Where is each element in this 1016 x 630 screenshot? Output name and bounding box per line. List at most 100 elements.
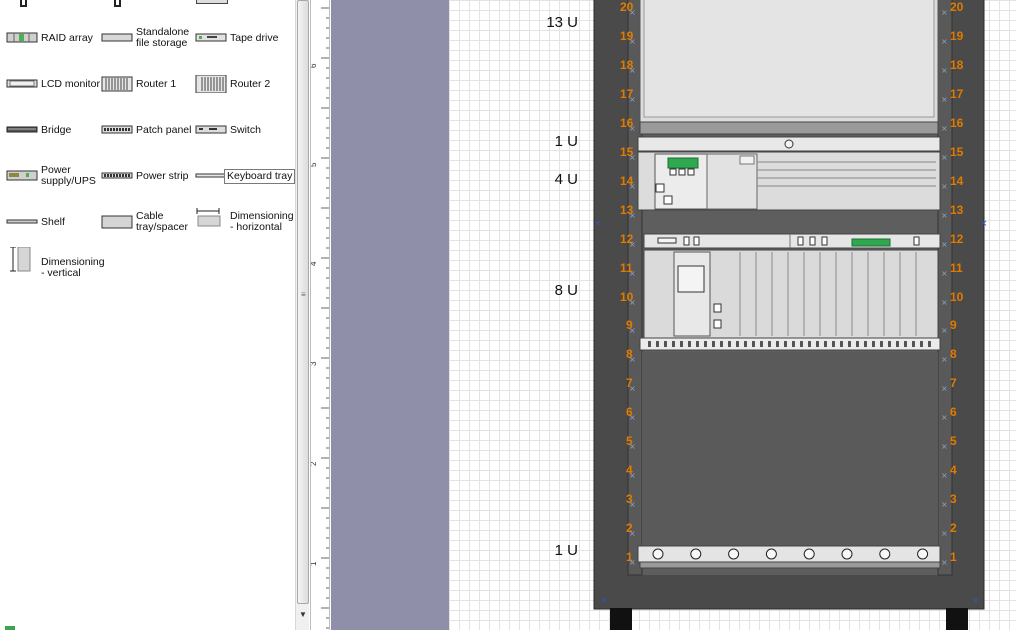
patch-port-icon — [720, 341, 723, 347]
patch-port-icon — [768, 341, 771, 347]
rail-hole-icon: × — [629, 95, 636, 104]
outlet-icon — [690, 548, 702, 560]
stencil-shape-cable-tray[interactable]: Cable tray/spacer — [95, 201, 189, 243]
stencil-shape-lcd-monitor[interactable]: LCD monitor — [0, 63, 100, 105]
outlet-icon — [765, 548, 777, 560]
rail-hole-icon: × — [629, 8, 636, 17]
file-storage-icon — [101, 29, 133, 47]
rail-hole-icon: × — [941, 500, 948, 509]
rack-unit-number: 8 — [950, 347, 957, 361]
equipment-13u-panel — [643, 0, 935, 118]
patch-port-icon — [912, 341, 915, 347]
rail-hole-icon: × — [629, 153, 636, 162]
rail-hole-icon: × — [629, 240, 636, 249]
stencil-shape-tape-drive[interactable]: Tape drive — [189, 17, 283, 59]
ruler-label: 5 — [311, 162, 318, 167]
rack-unit-number: 6 — [950, 405, 957, 419]
rack-unit-number: 10 — [950, 290, 964, 304]
patch-port-icon — [848, 341, 851, 347]
stencil-shape-label: Cable tray/spacer — [136, 201, 196, 243]
rail-hole-icon: × — [629, 182, 636, 191]
rail-hole-icon: × — [941, 66, 948, 75]
rail-hole-icon: × — [629, 471, 636, 480]
patch-port-icon — [896, 341, 899, 347]
rack-unit-number: 4 — [950, 463, 957, 477]
rail-hole-icon: × — [941, 558, 948, 567]
patch-port-icon — [744, 341, 747, 347]
patch-port-icon — [792, 341, 795, 347]
rail-hole-icon: × — [941, 413, 948, 422]
rail-hole-icon: × — [629, 384, 636, 393]
stencil-shape-label-line: RAID array — [41, 31, 93, 44]
rail-hole-icon: × — [941, 269, 948, 278]
patch-port-icon — [736, 341, 739, 347]
dimension-vertical-icon — [6, 246, 38, 273]
patch-port-icon — [712, 341, 715, 347]
stencil-shape-label-line: Switch — [230, 123, 261, 136]
rack-unit-number: 11 — [950, 261, 963, 275]
router-port-icon — [713, 303, 722, 313]
dimension-label[interactable]: 1 U — [498, 542, 578, 559]
dimension-label[interactable]: 4 U — [498, 171, 578, 188]
rail-hole-icon: × — [629, 326, 636, 335]
stencil-shape-label: RAID array — [41, 17, 101, 59]
patch-panel-icon — [101, 121, 133, 139]
stencil-shape-dimension-horizontal[interactable]: Dimensioning - horizontal — [189, 201, 294, 243]
scrollbar-thumb[interactable]: ≡ — [297, 0, 309, 604]
stencil-shape-label: Bridge — [41, 109, 101, 151]
rail-hole-icon: × — [941, 240, 948, 249]
rail-hole-icon: × — [941, 384, 948, 393]
ruler-label: 1 — [311, 561, 318, 566]
rail-hole-icon: × — [941, 95, 948, 104]
stencil-shape-switch[interactable]: Switch — [189, 109, 283, 151]
power-strip-icon — [101, 167, 133, 185]
rack-unit-number: 14 — [950, 174, 964, 188]
stencil-shape-router-2[interactable]: Router 2 — [189, 63, 283, 105]
rack-diagram[interactable]: 20 20× ×19 19× ×18 18× ×17 17× ×16 16× ×15 15× ×14 14… — [449, 0, 1016, 630]
rack-unit-number: 1 — [950, 550, 957, 564]
stencil-shape-power-strip[interactable]: Power strip — [95, 155, 189, 197]
stencil-shape-shelf[interactable]: Shelf — [0, 201, 94, 243]
scroll-down-arrow-icon[interactable]: ▼ — [298, 610, 308, 620]
rail-hole-icon: × — [941, 182, 948, 191]
rail-hole-icon: × — [629, 66, 636, 75]
stencil-shape-label: Power strip — [136, 155, 196, 197]
ruler-label: 3 — [311, 361, 318, 366]
patch-port-icon — [888, 341, 891, 347]
stencil-shape-dimension-vertical[interactable]: Dimensioning - vertical — [0, 246, 105, 289]
dimension-label[interactable]: 13 U — [498, 14, 578, 31]
dimension-label[interactable]: 1 U — [498, 133, 578, 150]
rail-hole-icon: × — [941, 153, 948, 162]
stencil-shape-label: Dimensioning - horizontal — [230, 201, 294, 243]
rail-hole-icon: × — [629, 269, 636, 278]
stencil-shape-label-line: Keyboard tray — [227, 169, 293, 182]
stencil-shape-file-storage[interactable]: Standalone file storage — [95, 17, 189, 59]
switch-port-icon — [657, 237, 677, 244]
stencil-shape-patch-panel[interactable]: Patch panel — [95, 109, 192, 151]
stencil-shape-ups[interactable]: Power supply/UPS — [0, 155, 96, 197]
stencil-shape-label: Shelf — [41, 201, 101, 243]
stencil-shape-keyboard-tray[interactable]: Keyboard tray — [189, 155, 295, 197]
stencil-shape-label-line: - horizontal — [230, 221, 282, 233]
stencil-shape-bridge[interactable]: Bridge — [0, 109, 94, 151]
drawing-canvas[interactable]: 20 20 × × 19 19 × × 18 18 × × 17 17 × × 16 16 × × 15 15 × × 14 14… — [449, 0, 1016, 630]
rack-unit-number: 13 — [950, 203, 964, 217]
outlet-icon — [879, 548, 891, 560]
stencil-shape-raid-array[interactable]: RAID array — [0, 17, 94, 59]
rack-foot — [946, 608, 968, 630]
ups-icon — [6, 167, 38, 185]
switch-port-icon — [693, 236, 700, 246]
switch-icon — [195, 121, 227, 139]
stencil-shape-label-line: Bridge — [41, 123, 72, 136]
stencil-shape-router-1[interactable]: Router 1 — [95, 63, 189, 105]
router-1-icon — [101, 75, 133, 93]
dimension-label[interactable]: 8 U — [498, 282, 578, 299]
stencil-shape-label: Tape drive — [230, 17, 290, 59]
stencil-shape-label-line: Patch panel — [136, 123, 192, 136]
ruler-ticks: 6 5 4 3 2 1 — [311, 7, 329, 629]
stencil-scrollbar[interactable]: ≡ ▼ — [295, 0, 309, 630]
ups-label-plate — [739, 155, 755, 165]
rail-hole-icon: × — [941, 326, 948, 335]
stencil-shape-label-line: tray/spacer — [136, 221, 188, 233]
rail-hole-icon: × — [941, 298, 948, 307]
